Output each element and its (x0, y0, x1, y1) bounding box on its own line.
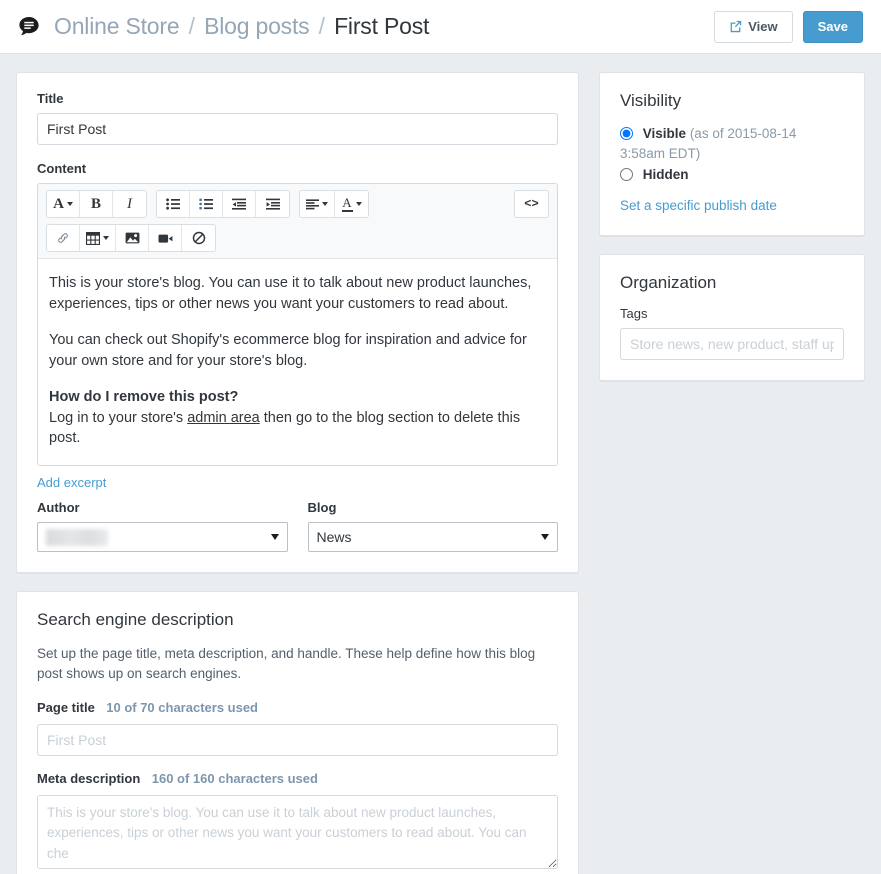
code-view-group: <> (514, 190, 549, 218)
blog-speech-bubble-icon (16, 14, 42, 40)
page-title-row: Page title 10 of 70 characters used (37, 699, 558, 717)
page-title-counter: 10 of 70 characters used (106, 700, 258, 716)
external-link-icon (729, 20, 742, 33)
view-button[interactable]: View (714, 10, 793, 43)
meta-description-textarea[interactable] (37, 795, 558, 870)
page-title: First Post (334, 13, 430, 39)
breadcrumb: Online Store / Blog posts / First Post (54, 15, 429, 38)
editor-toolbar-row-2 (46, 224, 549, 252)
hidden-label: Hidden (642, 167, 689, 183)
chevron-down-icon (322, 202, 328, 206)
blog-select[interactable]: News (307, 522, 558, 553)
chevron-down-icon (355, 202, 362, 206)
text-color-dropdown[interactable]: A (335, 191, 368, 217)
set-publish-date-link[interactable]: Set a specific publish date (620, 198, 777, 213)
author-value-redacted (46, 528, 108, 546)
text-style-group: A B I (46, 190, 147, 218)
title-label: Title (37, 91, 64, 106)
tags-input[interactable] (620, 327, 844, 360)
numbered-list-button[interactable] (190, 191, 223, 217)
breadcrumb-separator-2: / (318, 13, 325, 39)
italic-button[interactable]: I (113, 191, 146, 217)
seo-card: Search engine description Set up the pag… (16, 591, 579, 874)
author-select-wrapper (37, 522, 288, 553)
tags-label: Tags (620, 305, 648, 321)
editor-toolbar: A B I A <> (38, 184, 557, 259)
page-title-input[interactable] (37, 724, 558, 757)
author-select[interactable] (37, 522, 288, 553)
content-label: Content (37, 161, 87, 176)
breadcrumb-online-store[interactable]: Online Store (54, 13, 180, 39)
visibility-option-visible[interactable]: Visible (as of 2015-08-14 3:58am EDT) (620, 124, 844, 163)
post-details-card: Title Content A B (16, 72, 579, 574)
meta-description-row: Meta description 160 of 160 characters u… (37, 770, 558, 788)
format-dropdown[interactable]: A (47, 191, 80, 217)
breadcrumb-blog-posts[interactable]: Blog posts (204, 13, 310, 39)
top-bar: Online Store / Blog posts / First Post V… (0, 0, 881, 54)
seo-description: Set up the page title, meta description,… (37, 646, 536, 681)
video-button[interactable] (149, 225, 182, 251)
align-color-group: A (299, 190, 369, 218)
visibility-title: Visibility (620, 91, 682, 110)
insert-group (46, 224, 216, 252)
outdent-button[interactable] (223, 191, 256, 217)
content-paragraph-3: Log in to your store's admin area then g… (49, 408, 546, 449)
view-button-label: View (748, 19, 778, 34)
indent-button[interactable] (256, 191, 289, 217)
align-dropdown[interactable] (300, 191, 335, 217)
chevron-down-icon (66, 202, 73, 206)
visible-label: Visible (642, 126, 687, 141)
author-blog-row: Author Blog News (37, 500, 558, 553)
visibility-option-hidden[interactable]: Hidden (620, 165, 844, 185)
code-view-button[interactable]: <> (515, 191, 548, 217)
image-button[interactable] (116, 225, 149, 251)
content-paragraph-2: You can check out Shopify's ecommerce bl… (49, 332, 527, 369)
blog-field: Blog News (307, 500, 558, 553)
clear-formatting-button[interactable] (182, 225, 215, 251)
top-bar-actions: View Save (714, 10, 863, 43)
table-dropdown[interactable] (80, 225, 116, 251)
list-indent-group (156, 190, 290, 218)
link-button[interactable] (47, 225, 80, 251)
meta-description-counter: 160 of 160 characters used (151, 771, 318, 787)
editor-toolbar-row-1: A B I A <> (46, 190, 549, 218)
add-excerpt-link[interactable]: Add excerpt (37, 475, 106, 490)
organization-card: Organization Tags (599, 253, 865, 381)
seo-title: Search engine description (37, 610, 234, 630)
visible-radio[interactable] (620, 127, 633, 140)
editor-content-area[interactable]: This is your store's blog. You can use i… (38, 259, 557, 466)
bullet-list-button[interactable] (157, 191, 190, 217)
meta-description-label: Meta description (37, 771, 141, 787)
blog-select-wrapper: News (307, 522, 558, 553)
blog-label: Blog (307, 500, 337, 516)
organization-title: Organization (620, 272, 717, 292)
hidden-radio[interactable] (620, 168, 633, 182)
sidebar-column: Visibility Visible (as of 2015-08-14 3:5… (599, 72, 865, 399)
bold-button[interactable]: B (80, 191, 113, 217)
title-input[interactable] (37, 113, 558, 145)
chevron-down-icon (103, 236, 109, 240)
content-heading: How do I remove this post? (49, 389, 239, 406)
content-paragraph-1: This is your store's blog. You can use i… (49, 275, 532, 312)
author-label: Author (37, 500, 80, 516)
main-column: Title Content A B (16, 72, 579, 874)
save-button[interactable]: Save (802, 10, 863, 43)
page-content: Title Content A B (0, 54, 881, 874)
visibility-card: Visibility Visible (as of 2015-08-14 3:5… (599, 72, 865, 236)
breadcrumb-separator: / (188, 13, 195, 39)
content-editor: A B I A <> This is your store's blog. Yo… (37, 183, 558, 467)
author-field: Author (37, 500, 288, 553)
admin-area-link[interactable]: admin area (187, 410, 260, 426)
page-title-label: Page title (37, 700, 95, 716)
content-paragraph-3-before: Log in to your store's (49, 409, 188, 426)
